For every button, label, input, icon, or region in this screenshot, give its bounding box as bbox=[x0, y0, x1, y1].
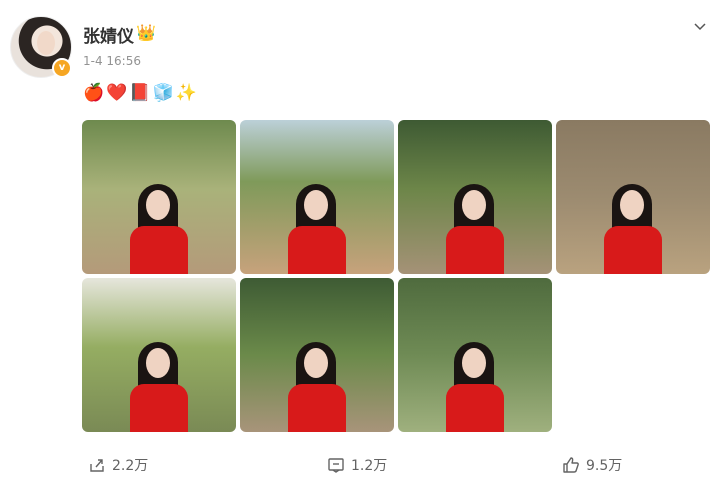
verified-badge-icon: v bbox=[52, 58, 72, 78]
photo-4[interactable] bbox=[556, 120, 710, 274]
person-figure bbox=[282, 164, 352, 274]
comment-button[interactable]: 1.2万 bbox=[327, 448, 387, 481]
photo-6[interactable] bbox=[240, 278, 394, 432]
person-figure bbox=[124, 164, 194, 274]
chevron-down-icon[interactable] bbox=[692, 18, 708, 34]
avatar-face bbox=[37, 31, 55, 55]
comment-icon bbox=[328, 457, 344, 473]
share-icon bbox=[90, 458, 104, 472]
action-bar: 2.2万 1.2万 9.5万 bbox=[0, 448, 720, 481]
photo-3[interactable] bbox=[398, 120, 552, 274]
photo-7[interactable] bbox=[398, 278, 552, 432]
like-count: 9.5万 bbox=[586, 457, 623, 474]
photo-2[interactable] bbox=[240, 120, 394, 274]
post-timestamp[interactable]: 1-4 16:56 bbox=[83, 54, 141, 68]
author-name[interactable]: 张婧仪 bbox=[83, 22, 134, 47]
like-button[interactable]: 9.5万 bbox=[562, 448, 622, 481]
person-figure bbox=[124, 322, 194, 432]
thumbs-up-icon bbox=[563, 456, 579, 473]
photo-5[interactable] bbox=[82, 278, 236, 432]
photo-1[interactable] bbox=[82, 120, 236, 274]
post-text: 🍎❤️📕🧊✨ bbox=[83, 83, 199, 103]
comment-count: 1.2万 bbox=[351, 457, 388, 474]
person-figure bbox=[598, 164, 668, 274]
person-figure bbox=[282, 322, 352, 432]
person-figure bbox=[440, 322, 510, 432]
person-figure bbox=[440, 164, 510, 274]
share-count: 2.2万 bbox=[112, 457, 149, 474]
photo-grid bbox=[82, 120, 710, 432]
share-button[interactable]: 2.2万 bbox=[88, 448, 148, 481]
vip-crown-icon: 👑 bbox=[136, 23, 156, 42]
